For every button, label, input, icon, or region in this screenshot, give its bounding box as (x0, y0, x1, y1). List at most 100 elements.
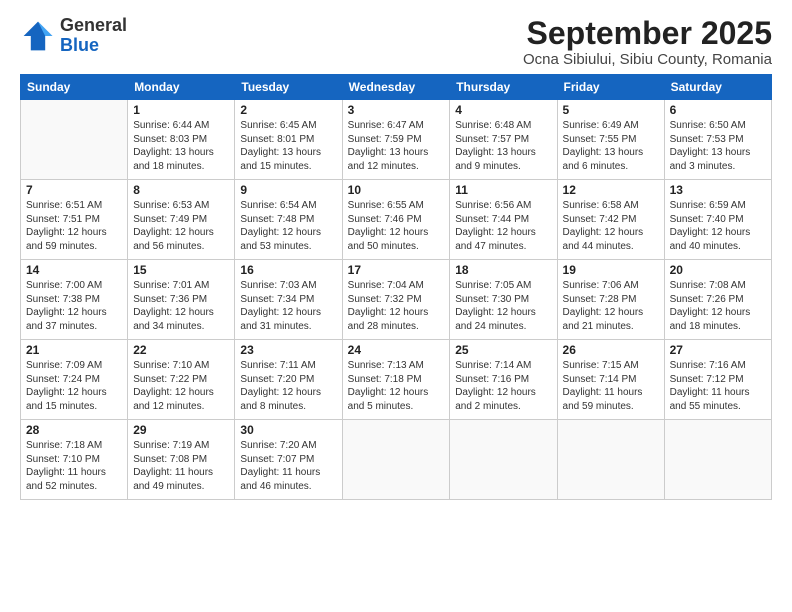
day-info: Sunrise: 6:44 AMSunset: 8:03 PMDaylight:… (133, 119, 229, 173)
calendar-cell: 27 Sunrise: 7:16 AMSunset: 7:12 PMDayligh… (664, 340, 771, 420)
calendar-cell: 9Sunrise: 6:54 AMSunset: 7:48 PMDaylight… (235, 180, 342, 260)
calendar-header: SundayMondayTuesdayWednesdayThursdayFrid… (21, 75, 772, 100)
calendar-cell: 26Sunrise: 7:15 AMSunset: 7:14 PMDayligh… (557, 340, 664, 420)
calendar-cell: 6 Sunrise: 6:50 AMSunset: 7:53 PMDaylight… (664, 100, 771, 180)
day-number: 9 (240, 183, 336, 197)
day-info: Sunrise: 7:09 AMSunset: 7:24 PMDaylight:… (26, 359, 122, 413)
day-number: 28 (26, 423, 122, 437)
weekday-row: SundayMondayTuesdayWednesdayThursdayFrid… (21, 75, 772, 100)
day-number: 27 (670, 343, 766, 357)
day-number: 25 (455, 343, 551, 357)
weekday-header-saturday: Saturday (664, 75, 771, 100)
day-number: 10 (348, 183, 445, 197)
day-number: 17 (348, 263, 445, 277)
day-info: Sunrise: 6:45 AMSunset: 8:01 PMDaylight:… (240, 119, 336, 173)
logo-text: General Blue (60, 16, 127, 56)
day-info: Sunrise: 7:03 AMSunset: 7:34 PMDaylight:… (240, 279, 336, 333)
calendar-cell: 11 Sunrise: 6:56 AMSunset: 7:44 PMDayligh… (450, 180, 557, 260)
calendar-cell: 4 Sunrise: 6:48 AMSunset: 7:57 PMDaylight… (450, 100, 557, 180)
logo-blue: Blue (60, 35, 99, 55)
calendar-cell: 10 Sunrise: 6:55 AMSunset: 7:46 PMDayligh… (342, 180, 450, 260)
day-info: Sunrise: 7:20 AMSunset: 7:07 PMDaylight:… (240, 439, 336, 493)
day-number: 12 (563, 183, 659, 197)
day-number: 14 (26, 263, 122, 277)
calendar-cell: 23Sunrise: 7:11 AMSunset: 7:20 PMDayligh… (235, 340, 342, 420)
day-info: Sunrise: 7:16 AMSunset: 7:12 PMDaylight:… (670, 359, 766, 413)
day-number: 15 (133, 263, 229, 277)
day-number: 11 (455, 183, 551, 197)
day-info: Sunrise: 6:48 AMSunset: 7:57 PMDaylight:… (455, 119, 551, 173)
calendar-cell: 3Sunrise: 6:47 AMSunset: 7:59 PMDaylight… (342, 100, 450, 180)
day-info: Sunrise: 6:51 AMSunset: 7:51 PMDaylight:… (26, 199, 122, 253)
calendar-week-1: 1 Sunrise: 6:44 AMSunset: 8:03 PMDaylight… (21, 100, 772, 180)
day-number: 7 (26, 183, 122, 197)
calendar-week-5: 28 Sunrise: 7:18 AMSunset: 7:10 PMDayligh… (21, 420, 772, 500)
calendar-title: September 2025 (523, 16, 772, 51)
logo: General Blue (20, 16, 127, 56)
calendar-subtitle: Ocna Sibiului, Sibiu County, Romania (523, 51, 772, 68)
calendar-cell: 14Sunrise: 7:00 AMSunset: 7:38 PMDayligh… (21, 260, 128, 340)
day-number: 24 (348, 343, 445, 357)
day-info: Sunrise: 7:19 AMSunset: 7:08 PMDaylight:… (133, 439, 229, 493)
day-info: Sunrise: 7:14 AMSunset: 7:16 PMDaylight:… (455, 359, 551, 413)
calendar-cell: 17 Sunrise: 7:04 AMSunset: 7:32 PMDayligh… (342, 260, 450, 340)
calendar-cell: 2 Sunrise: 6:45 AMSunset: 8:01 PMDaylight… (235, 100, 342, 180)
day-number: 21 (26, 343, 122, 357)
day-number: 16 (240, 263, 336, 277)
day-number: 29 (133, 423, 229, 437)
header: General Blue September 2025 Ocna Sibiulu… (20, 16, 772, 68)
calendar-table: SundayMondayTuesdayWednesdayThursdayFrid… (20, 74, 772, 500)
day-number: 4 (455, 103, 551, 117)
weekday-header-friday: Friday (557, 75, 664, 100)
day-info: Sunrise: 6:58 AMSunset: 7:42 PMDaylight:… (563, 199, 659, 253)
calendar-cell: 30 Sunrise: 7:20 AMSunset: 7:07 PMDayligh… (235, 420, 342, 500)
calendar-cell: 7 Sunrise: 6:51 AMSunset: 7:51 PMDaylight… (21, 180, 128, 260)
calendar-cell: 15Sunrise: 7:01 AMSunset: 7:36 PMDayligh… (128, 260, 235, 340)
calendar-cell (21, 100, 128, 180)
weekday-header-wednesday: Wednesday (342, 75, 450, 100)
day-number: 19 (563, 263, 659, 277)
day-info: Sunrise: 6:56 AMSunset: 7:44 PMDaylight:… (455, 199, 551, 253)
calendar-cell: 25 Sunrise: 7:14 AMSunset: 7:16 PMDayligh… (450, 340, 557, 420)
day-info: Sunrise: 7:05 AMSunset: 7:30 PMDaylight:… (455, 279, 551, 333)
calendar-cell: 28 Sunrise: 7:18 AMSunset: 7:10 PMDayligh… (21, 420, 128, 500)
day-number: 23 (240, 343, 336, 357)
day-number: 20 (670, 263, 766, 277)
calendar-cell: 1 Sunrise: 6:44 AMSunset: 8:03 PMDaylight… (128, 100, 235, 180)
calendar-cell: 21 Sunrise: 7:09 AMSunset: 7:24 PMDayligh… (21, 340, 128, 420)
calendar-cell: 29 Sunrise: 7:19 AMSunset: 7:08 PMDayligh… (128, 420, 235, 500)
day-info: Sunrise: 7:18 AMSunset: 7:10 PMDaylight:… (26, 439, 122, 493)
calendar-cell: 13Sunrise: 6:59 AMSunset: 7:40 PMDayligh… (664, 180, 771, 260)
day-info: Sunrise: 6:53 AMSunset: 7:49 PMDaylight:… (133, 199, 229, 253)
calendar-week-3: 14Sunrise: 7:00 AMSunset: 7:38 PMDayligh… (21, 260, 772, 340)
calendar-cell: 24 Sunrise: 7:13 AMSunset: 7:18 PMDayligh… (342, 340, 450, 420)
day-number: 6 (670, 103, 766, 117)
calendar-week-2: 7 Sunrise: 6:51 AMSunset: 7:51 PMDaylight… (21, 180, 772, 260)
day-number: 1 (133, 103, 229, 117)
day-info: Sunrise: 6:55 AMSunset: 7:46 PMDaylight:… (348, 199, 445, 253)
day-info: Sunrise: 7:13 AMSunset: 7:18 PMDaylight:… (348, 359, 445, 413)
day-info: Sunrise: 6:50 AMSunset: 7:53 PMDaylight:… (670, 119, 766, 173)
day-info: Sunrise: 6:49 AMSunset: 7:55 PMDaylight:… (563, 119, 659, 173)
day-info: Sunrise: 7:04 AMSunset: 7:32 PMDaylight:… (348, 279, 445, 333)
day-number: 8 (133, 183, 229, 197)
title-block: September 2025 Ocna Sibiului, Sibiu Coun… (523, 16, 772, 68)
weekday-header-thursday: Thursday (450, 75, 557, 100)
day-number: 2 (240, 103, 336, 117)
calendar-cell: 12 Sunrise: 6:58 AMSunset: 7:42 PMDayligh… (557, 180, 664, 260)
calendar-cell (450, 420, 557, 500)
calendar-body: 1 Sunrise: 6:44 AMSunset: 8:03 PMDaylight… (21, 100, 772, 500)
weekday-header-sunday: Sunday (21, 75, 128, 100)
calendar-cell: 5Sunrise: 6:49 AMSunset: 7:55 PMDaylight… (557, 100, 664, 180)
calendar-cell (664, 420, 771, 500)
day-info: Sunrise: 7:06 AMSunset: 7:28 PMDaylight:… (563, 279, 659, 333)
day-info: Sunrise: 7:15 AMSunset: 7:14 PMDaylight:… (563, 359, 659, 413)
calendar-cell (342, 420, 450, 500)
day-info: Sunrise: 6:59 AMSunset: 7:40 PMDaylight:… (670, 199, 766, 253)
day-info: Sunrise: 7:08 AMSunset: 7:26 PMDaylight:… (670, 279, 766, 333)
logo-general: General (60, 15, 127, 35)
weekday-header-monday: Monday (128, 75, 235, 100)
day-number: 3 (348, 103, 445, 117)
calendar-cell (557, 420, 664, 500)
day-number: 30 (240, 423, 336, 437)
